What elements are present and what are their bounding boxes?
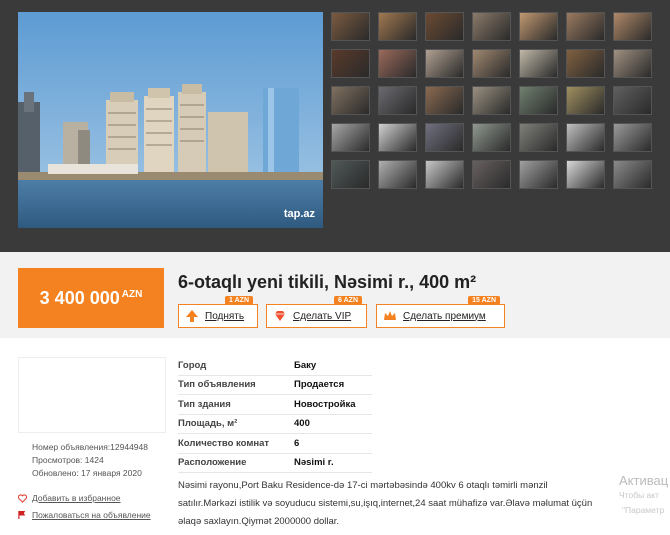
- gallery-thumbnail[interactable]: [519, 49, 558, 78]
- gallery-thumbnail[interactable]: [613, 49, 652, 78]
- diamond-icon: [275, 311, 285, 321]
- property-key: Тип объявления: [178, 379, 256, 391]
- activation-watermark-line-2: "Параметр: [622, 505, 665, 515]
- property-value: 6: [294, 437, 300, 449]
- listing-title: 6-otaqlı yeni tikili, Nəsimi r., 400 m²: [178, 272, 477, 292]
- gallery-thumbnail[interactable]: [331, 12, 370, 41]
- gallery-thumbnail[interactable]: [425, 123, 464, 152]
- property-value: Продается: [294, 379, 345, 391]
- gallery-thumbnail[interactable]: [378, 49, 417, 78]
- property-key: Количество комнат: [178, 437, 270, 449]
- gallery-thumbnail[interactable]: [566, 160, 605, 189]
- gallery-thumbnail[interactable]: [425, 12, 464, 41]
- gallery-thumbnail[interactable]: [519, 86, 558, 115]
- gallery-thumbnail[interactable]: [613, 12, 652, 41]
- ad-number: Номер объявления:12944948: [32, 442, 148, 452]
- gallery-thumbnail[interactable]: [331, 160, 370, 189]
- gallery-thumbnail[interactable]: [566, 12, 605, 41]
- gallery-thumbnail[interactable]: [425, 160, 464, 189]
- gallery-thumbnail[interactable]: [331, 49, 370, 78]
- gallery-thumbnail[interactable]: [613, 123, 652, 152]
- gallery-thumbnail[interactable]: [472, 86, 511, 115]
- thumbnail-grid: [331, 12, 652, 192]
- gallery-thumbnail[interactable]: [613, 86, 652, 115]
- updated-date: Обновлено: 17 января 2020: [32, 468, 142, 478]
- gallery-thumbnail[interactable]: [331, 123, 370, 152]
- price-box: 3 400 000 AZN: [18, 268, 164, 328]
- gallery-thumbnail[interactable]: [378, 86, 417, 115]
- premium-button[interactable]: 15 AZN Сделать премиум: [376, 296, 505, 328]
- gallery-thumbnail[interactable]: [566, 86, 605, 115]
- crown-icon: [384, 311, 396, 320]
- vip-button[interactable]: 6 AZN Сделать VIP: [266, 296, 367, 328]
- property-value: Новостройка: [294, 398, 356, 410]
- gallery-thumbnail[interactable]: [425, 49, 464, 78]
- arrow-up-icon: [186, 310, 198, 322]
- property-value: 400: [294, 418, 310, 430]
- gallery-thumbnail[interactable]: [378, 123, 417, 152]
- gallery-thumbnail[interactable]: [566, 123, 605, 152]
- gallery-thumbnail[interactable]: [331, 86, 370, 115]
- description-line-1: Nəsimi rayonu,Port Baku Residence-də 17-…: [178, 480, 548, 491]
- photo-gallery: tap.az: [0, 0, 670, 252]
- report-link[interactable]: Пожаловаться на объявление: [18, 510, 151, 520]
- views-count: Просмотров: 1424: [32, 455, 104, 465]
- description-line-2: satılır.Mərkəzi istilik və soyuducu sist…: [178, 498, 593, 509]
- activation-watermark-line-1: Чтобы акт: [619, 490, 659, 500]
- property-row: Количество комнат 6: [178, 434, 372, 454]
- gallery-thumbnail[interactable]: [519, 123, 558, 152]
- property-row: Город Баку: [178, 356, 372, 376]
- gallery-thumbnail[interactable]: [472, 160, 511, 189]
- gallery-thumbnail[interactable]: [613, 160, 652, 189]
- report-label: Пожаловаться на объявление: [32, 510, 151, 520]
- gallery-thumbnail[interactable]: [519, 12, 558, 41]
- raise-button[interactable]: 1 AZN Поднять: [178, 296, 258, 328]
- listing-description: Nəsimi rayonu,Port Baku Residence-də 17-…: [178, 477, 633, 531]
- gallery-thumbnail[interactable]: [566, 49, 605, 78]
- gallery-thumbnail[interactable]: [378, 160, 417, 189]
- gallery-thumbnail[interactable]: [472, 12, 511, 41]
- raise-price-badge: 1 AZN: [225, 296, 253, 305]
- add-favorite-label: Добавить в избранное: [32, 493, 121, 503]
- main-photo-image: [18, 12, 323, 228]
- property-key: Тип здания: [178, 398, 231, 410]
- gallery-thumbnail[interactable]: [519, 160, 558, 189]
- property-row: Тип здания Новостройка: [178, 395, 372, 415]
- gallery-thumbnail[interactable]: [472, 123, 511, 152]
- property-key: Площадь, м²: [178, 418, 238, 430]
- gallery-thumbnail[interactable]: [472, 49, 511, 78]
- premium-label: Сделать премиум: [403, 310, 486, 322]
- watermark-text: tap.az: [283, 208, 315, 220]
- main-photo[interactable]: tap.az: [18, 12, 323, 228]
- raise-label: Поднять: [205, 310, 245, 322]
- property-key: Город: [178, 359, 207, 371]
- properties-table: Город Баку Тип объявления Продается Тип здан…: [178, 356, 372, 473]
- property-value: Nəsimi r.: [294, 457, 334, 469]
- property-row: Тип объявления Продается: [178, 376, 372, 395]
- price-value: 3 400 000: [39, 287, 120, 308]
- premium-price-badge: 15 AZN: [468, 296, 500, 305]
- property-row: Площадь, м² 400: [178, 415, 372, 434]
- property-value: Баку: [294, 359, 317, 371]
- description-line-3: əlaqə saxlayın.Qiymət 2000000 dollar.: [178, 516, 340, 527]
- property-key: Расположение: [178, 457, 247, 469]
- flag-icon: [18, 510, 26, 520]
- gallery-thumbnail[interactable]: [378, 12, 417, 41]
- gallery-thumbnail[interactable]: [425, 86, 464, 115]
- price-currency: AZN: [121, 288, 143, 300]
- property-row: Расположение Nəsimi r.: [178, 454, 372, 473]
- activation-watermark-title: Активац: [619, 473, 669, 488]
- heart-icon: [18, 493, 27, 503]
- add-favorite-link[interactable]: Добавить в избранное: [18, 493, 121, 503]
- seller-box: [18, 357, 166, 433]
- vip-price-badge: 6 AZN: [334, 296, 362, 305]
- vip-label: Сделать VIP: [293, 310, 352, 322]
